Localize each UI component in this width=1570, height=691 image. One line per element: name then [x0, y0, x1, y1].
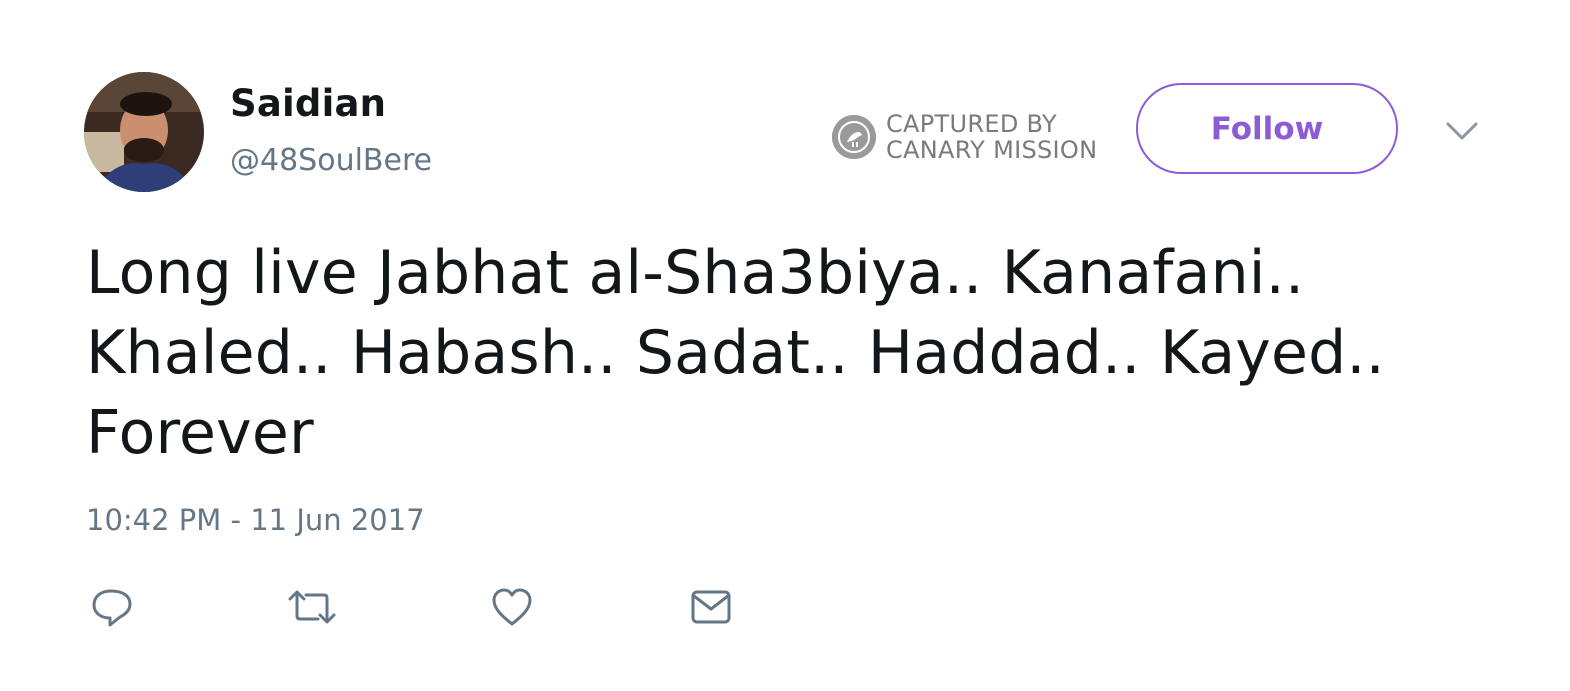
watermark-line1: CAPTURED BY [886, 110, 1057, 138]
display-name[interactable]: Saidian [230, 82, 386, 125]
retweet-icon[interactable] [288, 586, 336, 628]
follow-button[interactable]: Follow [1136, 83, 1398, 174]
tweet-text: Long live Jabhat al-Sha3biya.. Kanafani.… [86, 238, 1385, 468]
like-heart-icon[interactable] [490, 586, 534, 628]
direct-message-envelope-icon[interactable] [690, 586, 734, 628]
user-handle[interactable]: @48SoulBere [230, 143, 432, 178]
avatar[interactable] [84, 72, 204, 192]
canary-logo-icon [832, 115, 876, 159]
chevron-down-icon[interactable] [1444, 116, 1480, 146]
tweet-card: Saidian @48SoulBere CAPTURED BY CANARY M… [0, 0, 1570, 691]
tweet-timestamp[interactable]: 10:42 PM - 11 Jun 2017 [86, 503, 425, 537]
canary-mission-watermark: CAPTURED BY CANARY MISSION [832, 110, 1097, 164]
watermark-line2: CANARY MISSION [886, 136, 1098, 164]
reply-icon[interactable] [90, 586, 134, 628]
